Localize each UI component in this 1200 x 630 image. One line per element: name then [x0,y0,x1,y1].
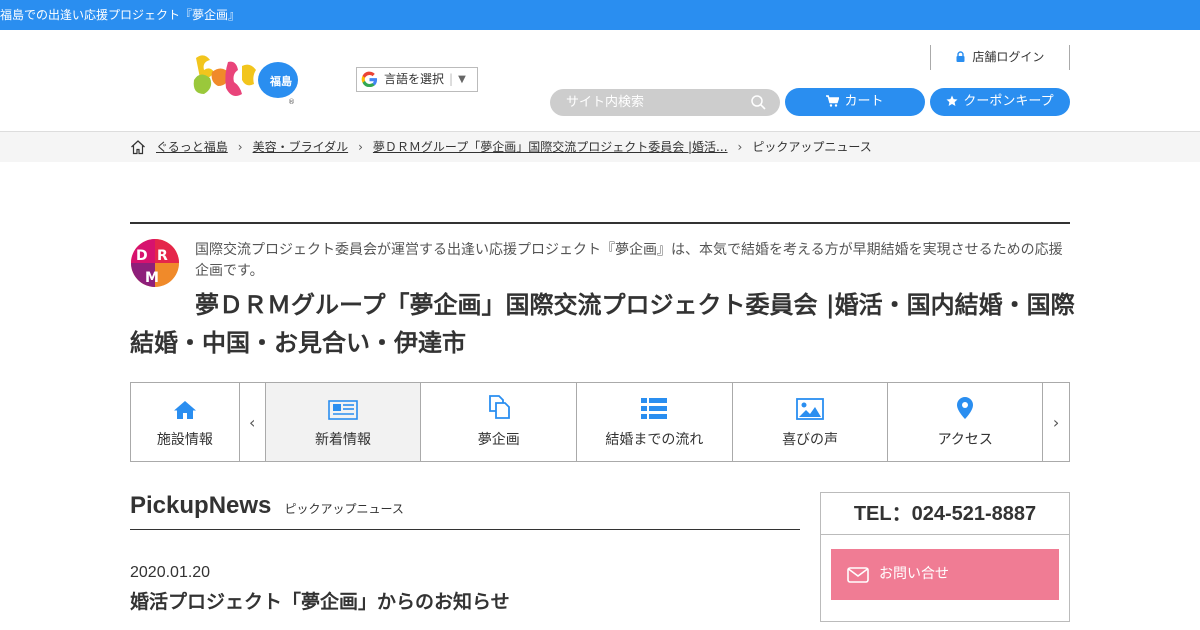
title-divider [130,222,1070,224]
svg-text:M: M [145,270,159,286]
newspaper-icon [328,400,358,420]
shop-description: 国際交流プロジェクト委員会が運営する出逢い応援プロジェクト『夢企画』は、本気で結… [195,242,1063,279]
search-icon[interactable] [751,95,766,110]
contact-label: お問い合せ [879,566,949,582]
language-label: 言語を選択 [384,72,445,86]
breadcrumb: ぐるっと福島 › 美容・ブライダル › 夢ＤＲＭグループ「夢企画」国際交流プロジ… [0,132,1200,162]
nav-item-label: 施設情報 [156,432,213,448]
language-selector[interactable]: 言語を選択 | ▼ [356,67,478,92]
cart-icon [826,95,841,107]
news-title[interactable]: 婚活プロジェクト「夢企画」からのお知らせ [130,587,510,614]
caret-down-icon: ▼ [458,74,466,85]
coupon-label: クーポンキープ [963,94,1054,109]
lock-icon [956,51,965,62]
nav-item-testimonials[interactable]: 喜びの声 [733,383,889,461]
nav-item-news[interactable]: 新着情報 [265,383,422,461]
breadcrumb-link-category[interactable]: 美容・ブライダル [253,132,349,162]
nav-item-label: 結婚までの流れ [605,432,704,448]
top-banner-text: 福島での出逢い応援プロジェクト『夢企画』 [0,8,241,22]
pickup-heading-jp: ピックアップニュース [284,502,404,516]
chevron-right-icon: › [237,140,243,154]
home-icon [173,401,196,419]
nav-prev-arrow[interactable]: ‹ [240,383,266,461]
top-banner: 福島での出逢い応援プロジェクト『夢企画』 [0,0,1200,30]
breadcrumb-current: ピックアップニュース [752,140,872,154]
nav-item-label: アクセス [937,432,993,448]
contact-button[interactable]: お問い合せ [831,549,1059,600]
nav-item-label: 夢企画 [477,432,520,448]
contact-sidebar: TEL：024-521-8887 お問い合せ [820,492,1070,622]
site-search [550,89,780,116]
chevron-left-icon: ‹ [249,412,256,432]
breadcrumb-link-shop[interactable]: 夢ＤＲＭグループ「夢企画」国際交流プロジェクト委員会 |婚活... [373,132,728,162]
svg-text:D: D [136,248,148,264]
pickup-heading-en: PickupNews [130,492,272,519]
language-divider: | [449,72,454,86]
map-pin-icon [957,397,974,419]
svg-text:®: ® [288,98,295,106]
nav-item-yume-kikaku[interactable]: 夢企画 [421,383,578,461]
site-header: 福島 ® 言語を選択 | ▼ 店舗ログイン カート [0,30,1200,132]
phone-number[interactable]: TEL：024-521-8887 [821,493,1069,535]
chevron-right-icon: › [358,140,363,154]
news-date: 2020.01.20 [130,564,211,581]
home-icon[interactable] [130,139,146,155]
image-icon [796,398,824,420]
documents-icon [488,395,510,419]
star-icon [946,95,958,106]
shop-login-label: 店舗ログイン [972,50,1045,64]
nav-item-facility[interactable]: 施設情報 [131,383,240,461]
nav-item-label: 喜びの声 [782,432,839,448]
breadcrumb-link-home[interactable]: ぐるっと福島 [156,132,228,162]
cart-button[interactable]: カート [785,88,925,116]
drm-logo: D R M [130,238,180,288]
page-title: 夢ＤＲＭグループ「夢企画」国際交流プロジェクト委員会 |婚活・国内結婚・国際結婚… [130,291,1075,357]
shop-nav: 施設情報 ‹ 新着情報 夢企画 結婚までの流れ 喜びの声 アクセス › [130,382,1070,462]
nav-item-flow[interactable]: 結婚までの流れ [577,383,733,461]
svg-text:福島: 福島 [269,74,292,88]
shop-login-link[interactable]: 店舗ログイン [930,45,1070,70]
pickup-heading: PickupNews ピックアップニュース [130,492,800,530]
chevron-right-icon: › [1052,412,1060,432]
cart-label: カート [844,94,884,109]
nav-next-arrow[interactable]: › [1043,383,1069,461]
chevron-right-icon: › [737,140,743,154]
site-logo[interactable]: 福島 ® [190,50,300,110]
coupon-keep-button[interactable]: クーポンキープ [930,88,1070,116]
nav-item-access[interactable]: アクセス [888,383,1044,461]
google-icon [361,71,378,88]
mail-icon [847,566,869,583]
nav-item-label: 新着情報 [315,432,372,448]
svg-text:R: R [157,248,168,264]
search-input[interactable] [566,94,746,109]
list-icon [641,398,668,419]
